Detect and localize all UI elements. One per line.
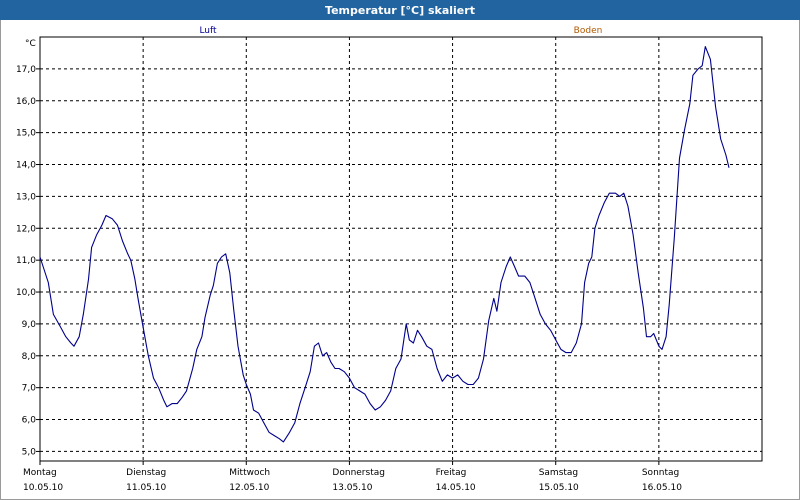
x-tick-date-label: 11.05.10 [126,483,166,493]
y-tick-label: 14,0 [16,161,36,171]
y-tick-label: 5,0 [22,447,37,457]
legend: Luft Boden [199,26,602,36]
x-tick-date-label: 12.05.10 [229,483,269,493]
x-tick-labels: Montag 10.05.10 Dienstag 11.05.10 Mittwoch 12… [23,468,682,493]
legend-item-boden: Boden [574,26,603,36]
x-tick-day-label: Donnerstag [332,468,385,478]
temperature-chart: 5,0 6,0 7,0 8,0 9,0 10,0 11,0 12,0 13,0 14,0 15,0 1… [16,26,763,493]
y-tick-label: 16,0 [16,97,36,107]
x-tick-day-label: Mittwoch [229,468,270,478]
x-tick-date-label: 10.05.10 [23,483,63,493]
grid-lines [40,37,762,461]
x-tick-day-label: Freitag [436,468,467,478]
y-tick-label: 12,0 [16,224,36,234]
y-tick-labels: 5,0 6,0 7,0 8,0 9,0 10,0 11,0 12,0 13,0 14,0 15,0 1… [16,65,36,458]
x-tick-date-label: 15.05.10 [539,483,579,493]
x-tick-date-label: 13.05.10 [332,483,372,493]
y-tick-label: 10,0 [16,288,36,298]
y-tick-label: 13,0 [16,192,36,202]
x-tick-day-label: Samstag [539,468,578,478]
chart-title: Temperatur [°C] skaliert [0,0,800,20]
legend-item-luft: Luft [199,26,217,36]
y-tick-label: 11,0 [16,256,36,266]
y-tick-label: 15,0 [16,129,36,139]
x-tick-date-label: 16.05.10 [642,483,682,493]
y-tick-label: 7,0 [22,384,37,394]
y-tick-label: 17,0 [16,65,36,75]
y-tick-label: 6,0 [22,416,37,426]
x-tick-day-label: Dienstag [126,468,166,478]
x-tick-day-label: Sonntag [642,468,679,478]
y-tick-label: 9,0 [22,320,37,330]
y-tick-label: 8,0 [22,352,37,362]
y-axis-unit-label: °C [25,39,36,49]
x-tick-date-label: 14.05.10 [436,483,476,493]
x-tick-day-label: Montag [23,468,57,478]
